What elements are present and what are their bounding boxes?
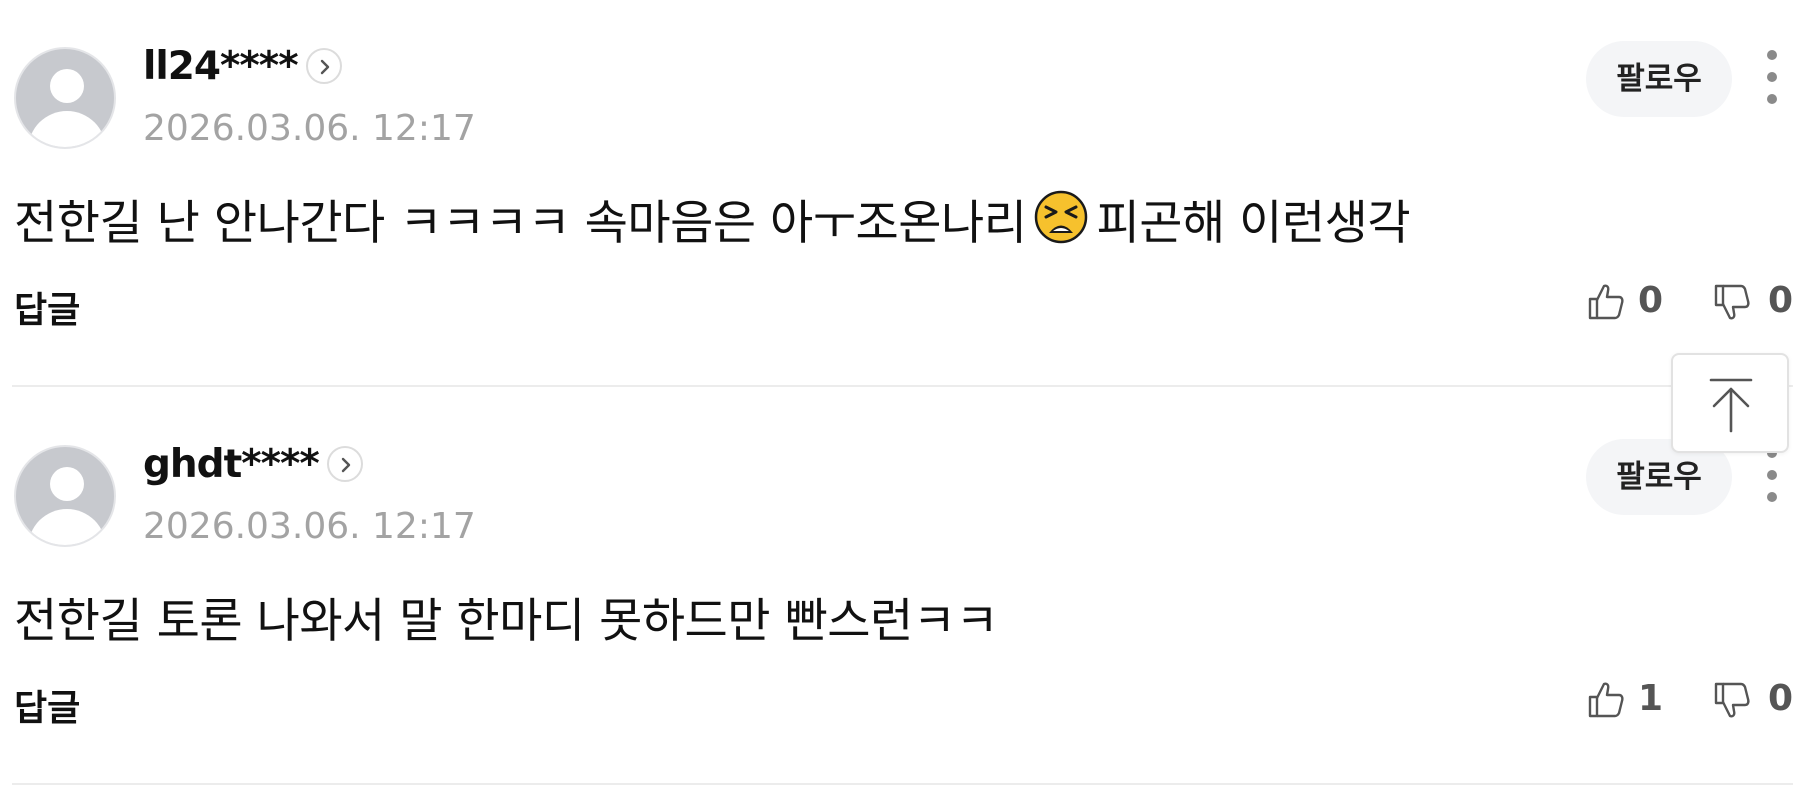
like-count: 0 (1638, 280, 1664, 321)
avatar-body-shape (28, 509, 106, 545)
reply-button[interactable]: 답글 (14, 679, 80, 731)
divider (12, 385, 1793, 387)
more-vertical-icon[interactable] (1760, 448, 1784, 502)
comment-item: ghdt**** 2026.03.06. 12:17 팔로우 전한길 토론 나와… (0, 398, 1793, 784)
thumbs-down-icon (1714, 284, 1750, 320)
avatar-body-shape (28, 111, 106, 147)
reply-button[interactable]: 답글 (14, 281, 80, 333)
avatar[interactable] (14, 445, 116, 547)
follow-button[interactable]: 팔로우 (1586, 41, 1732, 117)
comment-text: 전한길 난 안나간다 ㅋㅋㅋㅋ 속마음은 아ㅜ조온나리 피곤해 이런생각 (14, 184, 1411, 260)
thumbs-down-icon (1714, 682, 1750, 718)
more-vertical-icon[interactable] (1760, 50, 1784, 104)
username[interactable]: ghdt**** (143, 442, 320, 487)
thumbs-up-icon (1588, 284, 1624, 320)
dislike-count: 0 (1768, 280, 1793, 321)
arrow-up-to-top-icon (1709, 378, 1753, 433)
comment-text-part: 피곤해 이런생각 (1096, 196, 1411, 251)
avatar-head-shape (50, 69, 84, 103)
username[interactable]: ll24**** (143, 44, 299, 89)
dislike-count: 0 (1768, 678, 1793, 719)
comment-text-part: 전한길 난 안나간다 ㅋㅋㅋㅋ 속마음은 아ㅜ조온나리 (14, 196, 1027, 251)
divider (12, 783, 1793, 785)
chevron-right-icon[interactable] (306, 48, 342, 84)
scroll-to-top-button[interactable] (1671, 353, 1789, 453)
tired-face-emoji-icon (1034, 190, 1088, 256)
comment-text: 전한길 토론 나와서 말 한마디 못하드만 빤스런ㅋㅋ (14, 594, 999, 649)
comment-item: ll24**** 2026.03.06. 12:17 팔로우 전한길 난 안나간… (0, 0, 1793, 386)
avatar-head-shape (50, 467, 84, 501)
avatar[interactable] (14, 47, 116, 149)
comment-list: ll24**** 2026.03.06. 12:17 팔로우 전한길 난 안나간… (0, 0, 1793, 787)
thumbs-up-icon (1588, 682, 1624, 718)
comment-date: 2026.03.06. 12:17 (143, 506, 476, 547)
like-count: 1 (1638, 678, 1664, 719)
chevron-right-icon[interactable] (327, 446, 363, 482)
comment-date: 2026.03.06. 12:17 (143, 108, 476, 149)
